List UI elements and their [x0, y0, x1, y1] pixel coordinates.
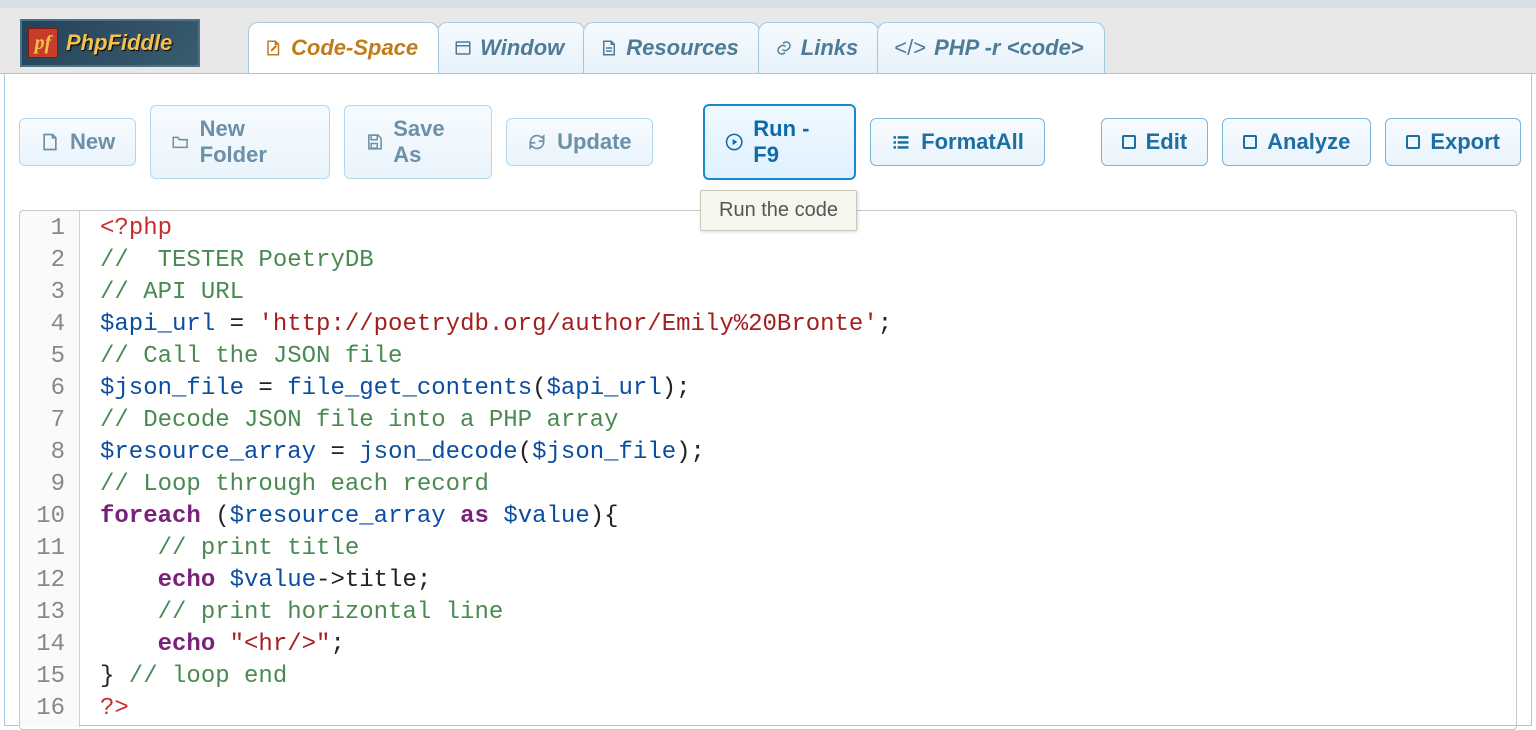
tabs: Code-Space Window Resources Links </> PH… — [248, 8, 1103, 73]
link-icon — [775, 39, 793, 57]
tab-label: Window — [480, 35, 564, 61]
button-label: Update — [557, 129, 632, 155]
button-label: Edit — [1146, 129, 1188, 155]
square-icon — [1406, 135, 1420, 149]
logo-badge-icon: pf — [28, 28, 58, 58]
tab-label: Code-Space — [291, 35, 418, 61]
code-content[interactable]: <?php// TESTER PoetryDB// API URL$api_ur… — [80, 211, 892, 727]
format-all-button[interactable]: FormatAll — [870, 118, 1045, 166]
tab-links[interactable]: Links — [758, 22, 879, 73]
pencil-file-icon — [265, 39, 283, 57]
refresh-icon — [527, 132, 547, 152]
tab-resources[interactable]: Resources — [583, 22, 760, 73]
button-label: New Folder — [200, 116, 309, 168]
header: pf PhpFiddle Code-Space Window Resources… — [0, 8, 1536, 74]
main-area: New New Folder Save As Update Run - F9 F… — [4, 74, 1532, 726]
run-tooltip: Run the code — [700, 190, 857, 231]
square-icon — [1243, 135, 1257, 149]
analyze-button[interactable]: Analyze — [1222, 118, 1371, 166]
run-button[interactable]: Run - F9 — [703, 104, 856, 180]
button-label: Export — [1430, 129, 1500, 155]
button-label: FormatAll — [921, 129, 1024, 155]
save-as-button[interactable]: Save As — [344, 105, 492, 179]
update-button[interactable]: Update — [506, 118, 653, 166]
list-icon — [891, 132, 911, 152]
new-button[interactable]: New — [19, 118, 136, 166]
code-brackets-icon: </> — [894, 35, 926, 61]
tab-label: PHP -r <code> — [934, 35, 1084, 61]
button-label: Save As — [393, 116, 471, 168]
button-label: Run - F9 — [753, 116, 834, 168]
button-label: New — [70, 129, 115, 155]
export-button[interactable]: Export — [1385, 118, 1521, 166]
tab-php-r[interactable]: </> PHP -r <code> — [877, 22, 1104, 73]
folder-icon — [171, 132, 189, 152]
window-icon — [454, 39, 472, 57]
logo-text: PhpFiddle — [66, 30, 172, 56]
edit-button[interactable]: Edit — [1101, 118, 1209, 166]
tab-code-space[interactable]: Code-Space — [248, 22, 439, 73]
logo[interactable]: pf PhpFiddle — [20, 19, 200, 67]
line-gutter: 12345678910111213141516 — [20, 211, 80, 727]
button-label: Analyze — [1267, 129, 1350, 155]
tab-window[interactable]: Window — [437, 22, 585, 73]
file-icon — [40, 132, 60, 152]
save-icon — [365, 132, 383, 152]
new-folder-button[interactable]: New Folder — [150, 105, 330, 179]
tab-label: Resources — [626, 35, 739, 61]
tab-label: Links — [801, 35, 858, 61]
file-lines-icon — [600, 39, 618, 57]
square-icon — [1122, 135, 1136, 149]
play-circle-icon — [725, 132, 743, 152]
code-editor[interactable]: 12345678910111213141516 <?php// TESTER P… — [19, 210, 1517, 730]
